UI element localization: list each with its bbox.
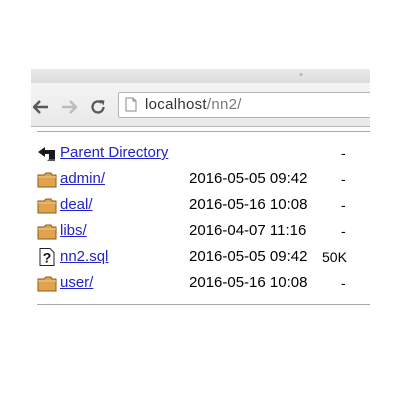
tab-strip: × [31,69,370,83]
entry-size: - [341,223,346,239]
parent-directory-link[interactable]: Parent Directory [60,143,168,163]
entry-date: 2016-05-05 09:42 [189,170,308,187]
forward-arrow-icon [62,100,77,114]
top-divider [37,131,370,132]
folder-icon [37,172,57,188]
list-item-parent: Parent Directory - [31,143,370,165]
reload-button[interactable] [88,97,108,117]
browser-window: × localhost/nn2/ Parent Directory - admi… [31,69,370,309]
entry-date: 2016-04-07 11:16 [189,222,307,239]
url-host: localhost [145,96,207,113]
forward-button[interactable] [59,97,79,117]
address-bar[interactable]: localhost/nn2/ [118,92,370,118]
list-item: deal/ 2016-05-16 10:08 - [31,195,370,217]
entry-link-admin[interactable]: admin/ [60,169,105,189]
entry-link-user[interactable]: user/ [60,273,93,293]
address-url[interactable]: localhost/nn2/ [145,96,242,113]
tab-title-fragment[interactable] [235,73,295,83]
list-item: user/ 2016-05-16 10:08 - [31,273,370,295]
entry-size: - [341,197,346,213]
list-item: admin/ 2016-05-05 09:42 - [31,169,370,191]
back-button[interactable] [31,97,51,117]
url-path: /nn2/ [206,96,242,113]
folder-icon [37,198,57,214]
entry-link-nn2-sql[interactable]: nn2.sql [60,247,108,267]
svg-text:?: ? [43,250,52,266]
entry-link-deal[interactable]: deal/ [60,195,93,215]
list-item: ? nn2.sql 2016-05-05 09:42 50K [31,247,370,269]
folder-icon [37,276,57,292]
unknown-file-icon: ? [39,248,55,266]
reload-icon [91,100,105,114]
page-icon [125,97,137,112]
entry-size: 50K [322,249,347,265]
entry-size: - [341,171,346,187]
entry-date: 2016-05-16 10:08 [189,196,308,213]
folder-icon [37,224,57,240]
entry-size: - [341,275,346,291]
back-arrow-icon [38,147,55,161]
back-arrow-icon [33,100,48,114]
entry-date: 2016-05-16 10:08 [189,274,308,291]
browser-toolbar: localhost/nn2/ [31,83,370,127]
entry-link-libs[interactable]: libs/ [60,221,87,241]
bottom-divider [37,304,370,305]
tab-close-icon[interactable]: × [299,72,303,79]
entry-date: 2016-05-05 09:42 [189,248,308,265]
parent-size: - [341,145,346,161]
list-item: libs/ 2016-04-07 11:16 - [31,221,370,243]
directory-listing: Parent Directory - admin/ 2016-05-05 09:… [31,127,370,309]
